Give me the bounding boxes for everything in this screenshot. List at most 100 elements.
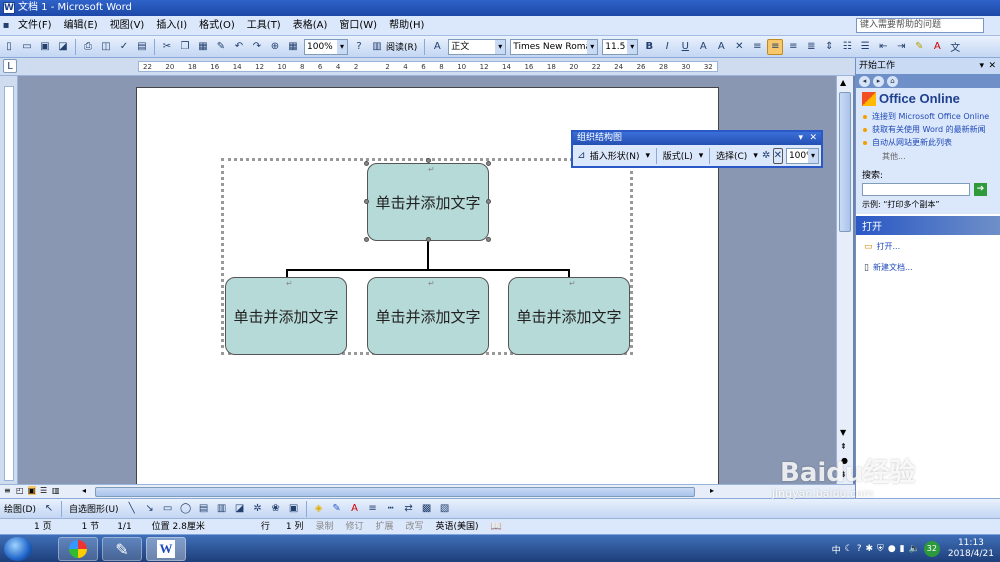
tray-help-icon[interactable]: ? — [857, 544, 862, 554]
menu-table[interactable]: 表格(A) — [287, 16, 334, 36]
hyperlink-icon[interactable]: ⊕ — [267, 39, 283, 55]
insert-shape-button[interactable]: 插入形状(N) — [587, 149, 643, 162]
org-chart-toolbar[interactable]: 组织结构图 ▾ ✕ ⊿ 插入形状(N) ▾ 版式(L) ▾ 选择(C) ▾ ✲ … — [571, 130, 823, 168]
wordart-icon[interactable]: ◪ — [232, 501, 248, 517]
fill-color-icon[interactable]: ◈ — [311, 501, 327, 517]
status-trk[interactable]: 修订 — [339, 519, 369, 535]
italic-icon[interactable]: I — [659, 39, 675, 55]
horizontal-scrollbar[interactable]: ≡ ◰ ▣ ☰ ▥ ◂ ▸ — [0, 484, 855, 498]
asian-layout-icon[interactable]: 文 — [947, 39, 963, 55]
align-center-icon[interactable]: ≡ — [767, 38, 784, 55]
table-icon[interactable]: ▦ — [285, 39, 301, 55]
new-doc-icon[interactable]: ▯ — [1, 39, 17, 55]
tray-badge[interactable]: 32 — [923, 541, 940, 557]
new-document-link[interactable]: 新建文档... — [873, 262, 913, 273]
font-color-icon[interactable]: A — [347, 501, 363, 517]
justify-icon[interactable]: ≣ — [803, 39, 819, 55]
dropdown-arrow-icon[interactable]: ▾ — [979, 58, 984, 74]
styles-icon[interactable]: A — [429, 39, 445, 55]
org-node-top[interactable]: ↵ 单击并添加文字 — [367, 163, 489, 241]
org-chart-canvas[interactable]: ↵ 单击并添加文字 ↵ 单击并添加文字 ↵ 单击并添加文字 ↵ 单击并添加文字 — [221, 158, 633, 355]
menu-tools[interactable]: 工具(T) — [241, 16, 287, 36]
selection-handle[interactable] — [364, 199, 369, 204]
spelling-status-icon[interactable]: 📖 — [485, 519, 508, 535]
tray-app-icon[interactable]: ☾ — [845, 544, 853, 554]
open-file-link[interactable]: 打开... — [877, 241, 901, 252]
forward-icon[interactable]: ▸ — [873, 75, 884, 87]
vertical-textbox-icon[interactable]: ▥ — [214, 501, 230, 517]
clock[interactable]: 11:13 2018/4/21 — [948, 538, 994, 560]
org-node-child-1[interactable]: ↵ 单击并添加文字 — [225, 277, 347, 355]
fit-text-icon[interactable]: ✕ — [772, 147, 783, 164]
menu-view[interactable]: 视图(V) — [104, 16, 151, 36]
selection-handle[interactable] — [364, 237, 369, 242]
link-word-news[interactable]: 获取有关使用 Word 的最新新闻 — [862, 125, 994, 135]
more-link[interactable]: 其他... — [862, 151, 994, 162]
menu-help[interactable]: 帮助(H) — [383, 16, 430, 36]
decrease-indent-icon[interactable]: ⇤ — [875, 39, 891, 55]
print-icon[interactable]: ⎙ — [80, 39, 96, 55]
font-size-select[interactable]: 11.5 — [602, 38, 639, 55]
char-border-icon[interactable]: A — [695, 39, 711, 55]
horizontal-scroll-thumb[interactable] — [95, 487, 695, 497]
tray-app-icon[interactable]: ✱ — [866, 544, 874, 554]
insert-shape-icon[interactable]: ⊿ — [577, 148, 586, 164]
outline-view-icon[interactable]: ☰ — [40, 486, 47, 495]
format-painter-icon[interactable]: ✎ — [213, 39, 229, 55]
char-shading-icon[interactable]: A — [713, 39, 729, 55]
select-objects-icon[interactable]: ↖ — [41, 501, 57, 517]
vertical-ruler[interactable] — [0, 76, 18, 484]
line-style-icon[interactable]: ≡ — [365, 501, 381, 517]
redo-icon[interactable]: ↷ — [249, 39, 265, 55]
scroll-right-icon[interactable]: ▸ — [710, 486, 714, 495]
dropdown-arrow-icon[interactable]: ▾ — [642, 151, 653, 161]
vertical-scrollbar[interactable]: ▲ ▼ ⇞ ● ⇟ — [836, 76, 853, 484]
ime-indicator[interactable]: 中 — [832, 543, 841, 556]
status-ext[interactable]: 扩展 — [370, 519, 400, 535]
scroll-down-icon[interactable]: ▼ — [840, 428, 846, 437]
back-icon[interactable]: ◂ — [859, 75, 870, 87]
menu-format[interactable]: 格式(O) — [193, 16, 241, 36]
help-icon[interactable]: ? — [351, 39, 367, 55]
menu-window[interactable]: 窗口(W) — [333, 16, 383, 36]
org-zoom-select[interactable]: 100% — [785, 147, 819, 164]
org-node-child-2[interactable]: ↵ 单击并添加文字 — [367, 277, 489, 355]
save-icon[interactable]: ▣ — [37, 39, 53, 55]
close-icon[interactable]: ✕ — [809, 132, 817, 145]
underline-icon[interactable]: U — [677, 39, 693, 55]
paste-icon[interactable]: ▦ — [195, 39, 211, 55]
autoshapes-button[interactable]: 自选图形(U) — [65, 502, 123, 515]
dropdown-arrow-icon[interactable]: ▾ — [696, 151, 707, 161]
rectangle-icon[interactable]: ▭ — [160, 501, 176, 517]
undo-icon[interactable]: ↶ — [231, 39, 247, 55]
search-go-icon[interactable]: ➔ — [974, 183, 987, 196]
home-icon[interactable]: ⌂ — [887, 75, 898, 87]
link-connect-office-online[interactable]: 连接到 Microsoft Office Online — [862, 112, 994, 122]
line-icon[interactable]: ╲ — [124, 501, 140, 517]
help-search-input[interactable]: 键入需要帮助的问题 — [856, 18, 984, 33]
highlight-icon[interactable]: ✎ — [911, 39, 927, 55]
menu-insert[interactable]: 插入(I) — [150, 16, 193, 36]
scroll-up-icon[interactable]: ▲ — [840, 78, 846, 87]
selection-handle[interactable] — [364, 161, 369, 166]
select-button[interactable]: 选择(C) — [713, 149, 750, 162]
draw-menu-button[interactable]: 绘图(D) — [0, 502, 40, 515]
signal-icon[interactable]: ▮ — [900, 544, 905, 554]
clipart-icon[interactable]: ❀ — [268, 501, 284, 517]
selection-handle[interactable] — [426, 158, 431, 163]
font-select[interactable]: Times New Roman — [510, 38, 599, 55]
print-view-icon[interactable]: ▣ — [28, 486, 36, 495]
doc-menu-icon[interactable]: ▪ — [1, 18, 11, 34]
selection-handle[interactable] — [486, 199, 491, 204]
volume-icon[interactable]: 🔈 — [909, 544, 920, 554]
read-mode-icon[interactable]: ▥ — [369, 39, 385, 55]
toolbar-options-icon[interactable]: ▾ — [798, 132, 803, 145]
shield-icon[interactable]: ⛨ — [877, 544, 884, 554]
cut-icon[interactable]: ✂ — [159, 39, 175, 55]
research-icon[interactable]: ▤ — [134, 39, 150, 55]
vertical-scroll-thumb[interactable] — [839, 92, 851, 232]
diagram-icon[interactable]: ✲ — [250, 501, 266, 517]
bullets-icon[interactable]: ☰ — [857, 39, 873, 55]
font-color-icon[interactable]: A — [929, 39, 945, 55]
task-pane-search-input[interactable] — [862, 183, 970, 196]
